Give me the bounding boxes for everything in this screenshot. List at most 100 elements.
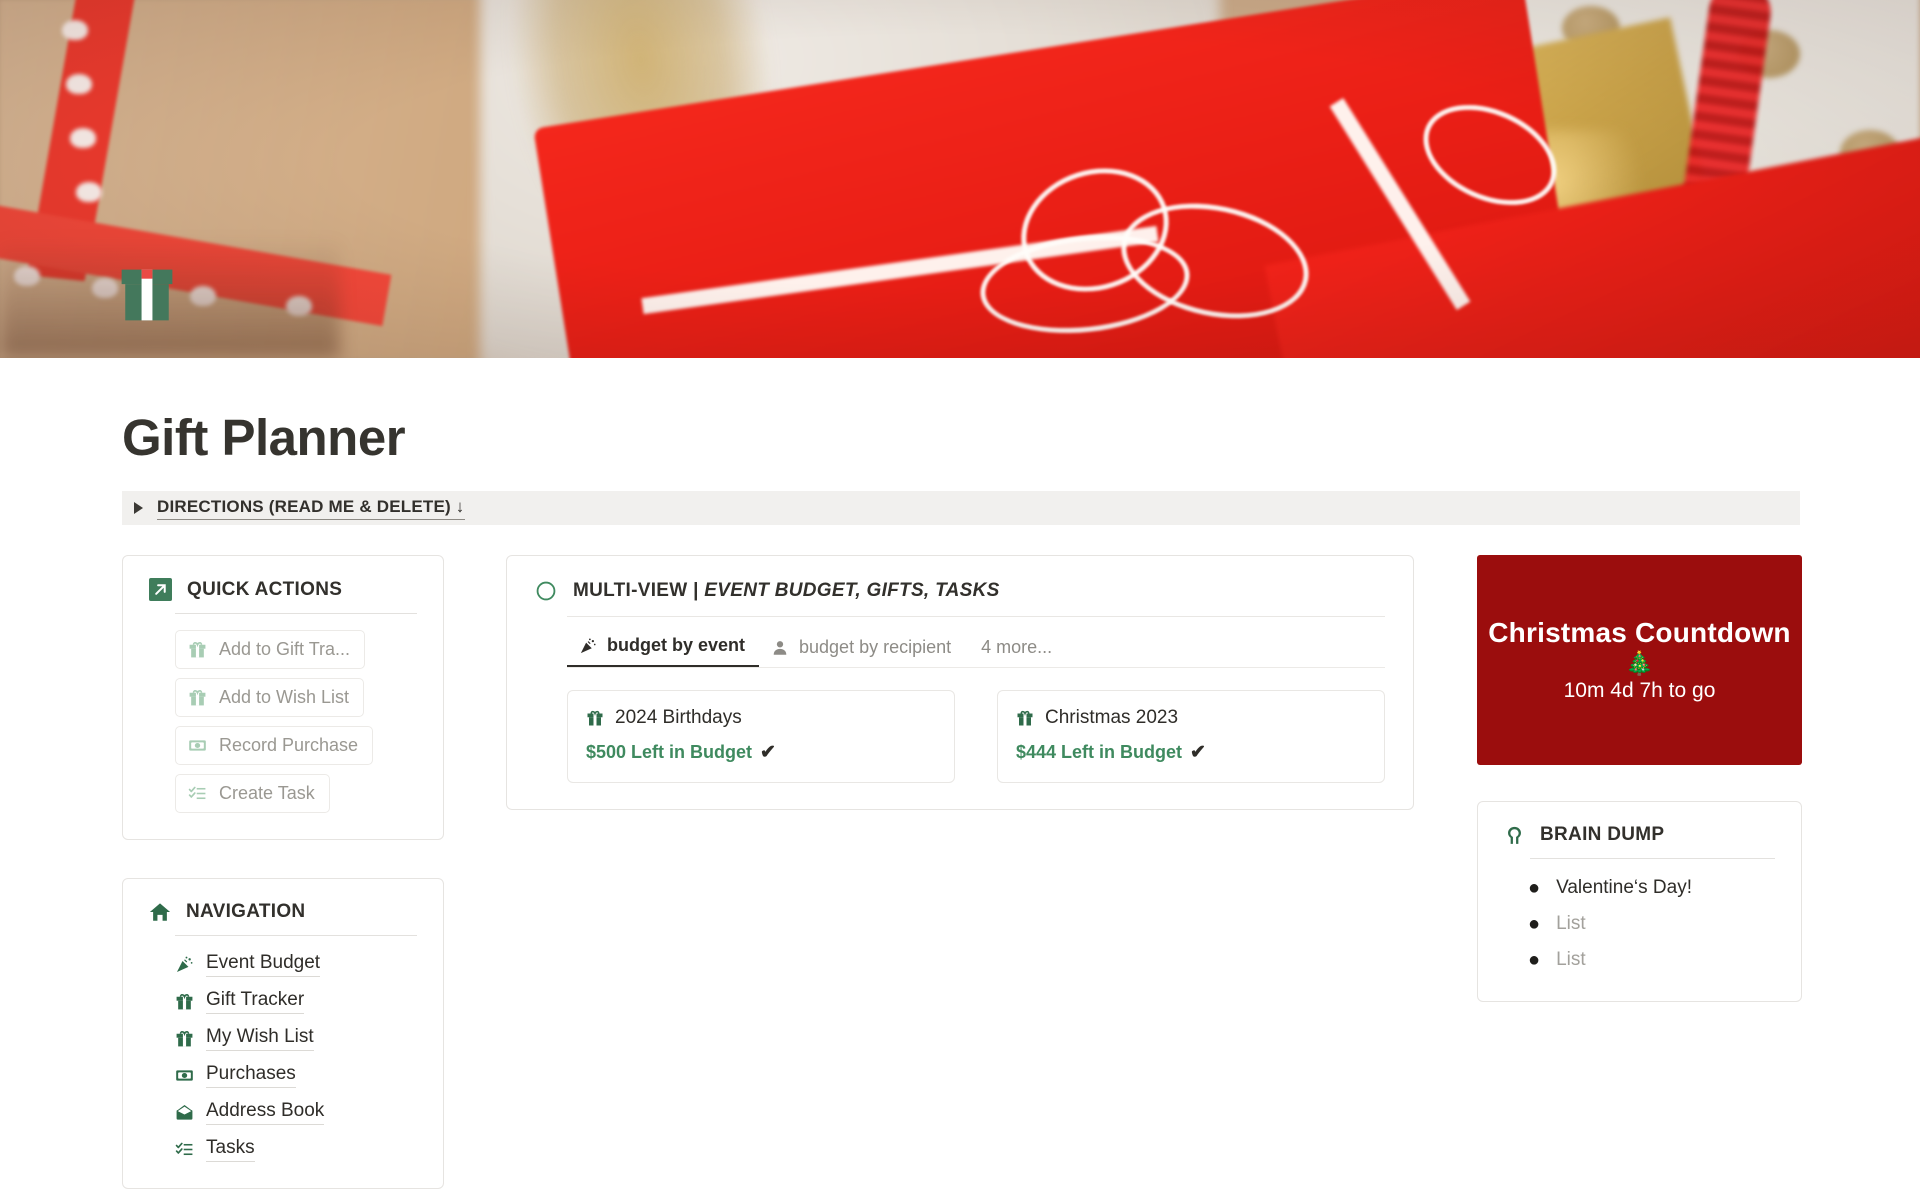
brain-dump-list: ● Valentine‘s Day! ● List ● List — [1478, 877, 1801, 971]
nav-item-gift-tracker[interactable]: Gift Tracker — [175, 989, 417, 1014]
countdown-title: Christmas Countdown — [1488, 617, 1791, 649]
quick-action-label: Create Task — [219, 783, 315, 803]
hero-cover-image — [0, 0, 1920, 358]
entry-title: Christmas 2023 — [1016, 707, 1366, 729]
nav-label: Event Budget — [206, 952, 321, 977]
quick-actions-list: Add to Gift Tra... Add to Wish List Reco… — [123, 630, 443, 813]
gift-icon — [175, 1029, 194, 1048]
brain-dump-title: BRAIN DUMP — [1540, 824, 1665, 845]
divider — [1530, 858, 1775, 859]
brain-dump-item-label: Valentine‘s Day! — [1556, 877, 1692, 898]
brain-dump-item-label: List — [1556, 949, 1586, 970]
quick-actions-title: QUICK ACTIONS — [187, 578, 343, 600]
directions-toggle[interactable]: DIRECTIONS (READ ME & DELETE) ↓ — [122, 491, 1800, 525]
tabs-divider — [567, 667, 1385, 668]
nav-label: Gift Tracker — [206, 989, 305, 1014]
tab-budget-by-recipient[interactable]: budget by recipient — [759, 633, 965, 667]
navigation-header: NAVIGATION — [123, 879, 443, 923]
page-title: Gift Planner — [122, 409, 406, 466]
multi-view-title-italic: EVENT BUDGET, GIFTS, TASKS — [704, 580, 1000, 601]
checklist-icon — [188, 784, 207, 803]
christmas-tree-icon: 🎄 — [1625, 650, 1654, 677]
circle-outline-icon — [535, 580, 557, 602]
bullet-icon: ● — [1528, 913, 1541, 935]
quick-action-label: Add to Gift Tra... — [219, 639, 351, 659]
brain-dump-item[interactable]: ● List — [1528, 913, 1777, 935]
bullet-icon: ● — [1528, 877, 1541, 899]
gift-icon — [175, 992, 194, 1011]
multi-view-entries: 2024 Birthdays $500 Left in Budget ✔ Chr… — [567, 690, 1413, 783]
party-popper-icon — [579, 637, 597, 655]
tab-label: budget by event — [607, 635, 746, 655]
banknote-icon — [175, 1066, 194, 1085]
nav-label: Address Book — [206, 1100, 325, 1125]
christmas-countdown-card: Christmas Countdown 🎄 10m 4d 7h to go — [1477, 555, 1802, 765]
arrow-up-right-icon — [149, 578, 172, 601]
tab-budget-by-event[interactable]: budget by event — [567, 631, 760, 667]
nav-item-event-budget[interactable]: Event Budget — [175, 952, 417, 977]
navigation-panel: NAVIGATION Event Budget Gift Tracker My … — [122, 878, 444, 1189]
more-tabs-button[interactable]: 4 more... — [965, 633, 1066, 667]
entry-budget-status: $500 Left in Budget ✔ — [586, 741, 936, 764]
divider — [567, 616, 1385, 617]
banknote-icon — [188, 736, 207, 755]
house-icon — [149, 901, 171, 923]
nav-label: Purchases — [206, 1063, 296, 1088]
create-task-button[interactable]: Create Task — [175, 774, 330, 813]
multi-view-title: MULTI-VIEW | EVENT BUDGET, GIFTS, TASKS — [573, 580, 1000, 602]
directions-label: DIRECTIONS (READ ME & DELETE) ↓ — [157, 497, 465, 520]
gift-icon — [188, 688, 207, 707]
multi-view-title-main: MULTI-VIEW | — [573, 580, 705, 601]
brain-dump-item-label: List — [1556, 913, 1586, 934]
hero-vignette — [0, 0, 1920, 358]
gift-icon[interactable] — [118, 264, 176, 326]
record-purchase-button[interactable]: Record Purchase — [175, 726, 374, 765]
nav-label: My Wish List — [206, 1026, 314, 1051]
entry-title: 2024 Birthdays — [586, 707, 936, 729]
add-to-gift-tracker-button[interactable]: Add to Gift Tra... — [175, 630, 366, 669]
multi-view-tabs: budget by event budget by recipient 4 mo… — [567, 631, 1413, 667]
multi-view-header: MULTI-VIEW | EVENT BUDGET, GIFTS, TASKS — [507, 556, 1413, 602]
quick-actions-panel: QUICK ACTIONS Add to Gift Tra... Add to … — [122, 555, 444, 840]
nav-item-purchases[interactable]: Purchases — [175, 1063, 417, 1088]
left-column: QUICK ACTIONS Add to Gift Tra... Add to … — [122, 555, 444, 1189]
brain-icon — [1504, 825, 1525, 846]
nav-item-my-wish-list[interactable]: My Wish List — [175, 1026, 417, 1051]
gift-icon — [586, 709, 604, 727]
divider — [175, 935, 417, 936]
person-icon — [771, 639, 789, 657]
tab-label: budget by recipient — [799, 637, 952, 657]
party-popper-icon — [175, 955, 194, 974]
quick-action-label: Add to Wish List — [219, 687, 350, 707]
entry-budget-status: $444 Left in Budget ✔ — [1016, 741, 1366, 764]
add-to-wish-list-button[interactable]: Add to Wish List — [175, 678, 365, 717]
right-column: Christmas Countdown 🎄 10m 4d 7h to go BR… — [1477, 555, 1802, 1002]
countdown-remaining: 10m 4d 7h to go — [1563, 678, 1716, 702]
triangle-right-icon[interactable] — [134, 502, 143, 514]
entry-card-christmas-2023[interactable]: Christmas 2023 $444 Left in Budget ✔ — [997, 690, 1385, 783]
envelope-icon — [175, 1103, 194, 1122]
entry-budget-text: $500 Left in Budget — [586, 742, 753, 762]
nav-label: Tasks — [206, 1137, 255, 1162]
brain-dump-header: BRAIN DUMP — [1478, 802, 1801, 846]
entry-name: Christmas 2023 — [1045, 707, 1179, 728]
middle-column: MULTI-VIEW | EVENT BUDGET, GIFTS, TASKS — [506, 555, 1414, 810]
multi-view-panel: MULTI-VIEW | EVENT BUDGET, GIFTS, TASKS — [506, 555, 1414, 810]
check-icon: ✔ — [760, 742, 776, 763]
navigation-title: NAVIGATION — [186, 901, 306, 922]
nav-item-address-book[interactable]: Address Book — [175, 1100, 417, 1125]
quick-action-label: Record Purchase — [219, 735, 359, 755]
entry-budget-text: $444 Left in Budget — [1016, 742, 1183, 762]
bullet-icon: ● — [1528, 949, 1541, 971]
nav-item-tasks[interactable]: Tasks — [175, 1137, 417, 1162]
quick-actions-header: QUICK ACTIONS — [123, 556, 443, 601]
brain-dump-item[interactable]: ● List — [1528, 949, 1777, 971]
brain-dump-item[interactable]: ● Valentine‘s Day! — [1528, 877, 1777, 899]
entry-card-2024-birthdays[interactable]: 2024 Birthdays $500 Left in Budget ✔ — [567, 690, 955, 783]
gift-icon — [188, 640, 207, 659]
divider — [175, 613, 417, 614]
entry-name: 2024 Birthdays — [615, 707, 742, 728]
brain-dump-panel: BRAIN DUMP ● Valentine‘s Day! ● List ● L… — [1477, 801, 1802, 1002]
navigation-list: Event Budget Gift Tracker My Wish List P… — [123, 952, 443, 1162]
checklist-icon — [175, 1140, 194, 1159]
